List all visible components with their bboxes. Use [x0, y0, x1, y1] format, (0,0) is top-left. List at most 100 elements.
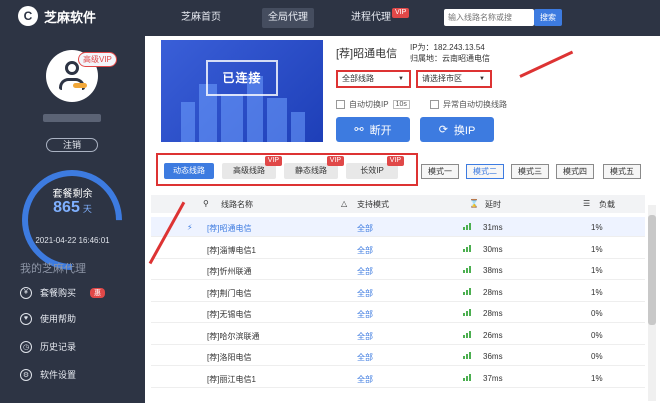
ip-location: 归属地：云南昭通电信: [410, 54, 490, 63]
load-value: 0%: [591, 309, 603, 318]
auto-switch-interval[interactable]: 10s: [392, 100, 410, 109]
delay-value: 37ms: [483, 373, 503, 383]
tab-global-proxy[interactable]: 全局代理: [262, 8, 314, 28]
search-input[interactable]: [444, 9, 534, 26]
building-shape: [181, 102, 195, 142]
load-value: 1%: [591, 373, 603, 383]
city-select[interactable]: 请选择市区 ▼: [416, 70, 492, 88]
load-value: 1%: [591, 266, 603, 275]
line-type-select[interactable]: 全部线路 ▼: [336, 70, 411, 88]
app-logo: C 芝麻软件: [18, 6, 96, 26]
mode-4-button[interactable]: 模式四: [556, 164, 594, 179]
line-name: [荐]丽江电信1: [207, 374, 256, 384]
table-row[interactable]: ⚡ [荐]昭通电信 全部 31ms 1%: [151, 217, 645, 237]
tab-dynamic-line[interactable]: 动态线路: [164, 163, 214, 179]
signal-icon: [463, 330, 471, 338]
table-row[interactable]: [荐]无锡电信 全部 28ms 0%: [151, 303, 645, 323]
load-value: 0%: [591, 352, 603, 361]
current-ip: IP为：182.243.13.54: [410, 43, 485, 52]
header-support-mode[interactable]: 支持模式: [357, 199, 389, 210]
remaining-label: 套餐剩余: [52, 189, 93, 200]
menu-settings[interactable]: ⚙ 软件设置: [20, 368, 76, 381]
chevron-down-icon: ▼: [479, 76, 485, 82]
current-node-name: [荐]昭通电信: [336, 48, 398, 60]
support-mode: 全部: [357, 374, 373, 384]
signal-icon: [463, 266, 471, 273]
change-ip-button[interactable]: ⟳ 换IP: [420, 117, 494, 142]
table-row[interactable]: [荐]哈尔滨联通 全部 26ms 0%: [151, 325, 645, 345]
abnormal-switch-label: 异常自动切换线路: [443, 100, 507, 109]
sidebar: C 芝麻软件 高级VIP 注销 套餐剩余 865 天 2021-04-22 16:…: [0, 0, 145, 403]
scroll-thumb[interactable]: [648, 215, 656, 325]
signal-icon: [463, 287, 471, 295]
search-button[interactable]: 搜索: [534, 9, 562, 26]
topbar: 芝麻首页 全局代理 进程代理VIP 搜索: [145, 0, 660, 36]
pin-icon: ⚲: [203, 199, 209, 208]
support-mode: 全部: [357, 353, 373, 362]
header-line-name[interactable]: 线路名称: [221, 199, 253, 210]
tab-advanced-line[interactable]: 高级线路 VIP: [222, 156, 282, 179]
username-redacted: [43, 114, 101, 122]
user-icon: [65, 61, 79, 75]
line-type-tabs: 动态线路 高级线路 VIP 静态线路 VIP 长效IP VIP: [156, 153, 418, 186]
tab-label: 进程代理: [351, 12, 391, 23]
building-shape: [267, 98, 287, 142]
expire-time: 2021-04-22 16:46:01: [35, 236, 110, 245]
vip-tag: VIP: [326, 156, 344, 166]
menu-label: 软件设置: [40, 370, 77, 380]
table-row[interactable]: [荐]荆门电信 全部 28ms 1%: [151, 282, 645, 302]
disconnect-button[interactable]: ⚯ 断开: [336, 117, 410, 142]
support-mode: 全部: [357, 288, 373, 298]
signal-icon: [463, 244, 471, 252]
tab-long-term-ip[interactable]: 长效IP VIP: [346, 156, 404, 179]
logout-button[interactable]: 注销: [46, 138, 98, 152]
button-label: 断开: [369, 124, 392, 137]
button-label: 换IP: [453, 124, 476, 137]
menu-help[interactable]: ♥ 使用帮助: [20, 312, 76, 325]
delay-value: 31ms: [483, 223, 503, 232]
line-name: [荐]无锡电信: [207, 310, 252, 319]
auto-switch-label: 自动切换IP: [349, 100, 389, 109]
signal-icon: [463, 373, 471, 381]
user-icon-accent: [73, 83, 87, 88]
gear-icon: ⚙: [20, 368, 32, 381]
lightning-icon: ⚡: [187, 223, 193, 232]
clock-icon: ◷: [20, 340, 32, 353]
table-header: ⚲ 线路名称 △ 支持模式 ⌛ 延时 ☰ 负载: [151, 195, 645, 213]
table-row[interactable]: [荐]忻州联通 全部 38ms 1%: [151, 260, 645, 280]
mode-5-button[interactable]: 模式五: [603, 164, 641, 179]
delay-value: 28ms: [483, 287, 503, 297]
mode-2-button[interactable]: 模式二: [466, 164, 504, 179]
discount-badge: 惠: [90, 287, 106, 298]
table-scrollbar[interactable]: [648, 205, 656, 401]
tab-home[interactable]: 芝麻首页: [175, 8, 227, 28]
tab-label: 静态线路: [295, 166, 327, 175]
checkbox[interactable]: [430, 100, 439, 109]
tab-process-proxy[interactable]: 进程代理 VIP: [345, 8, 415, 28]
mode-3-button[interactable]: 模式三: [511, 164, 549, 179]
menu-history[interactable]: ◷ 历史记录: [20, 340, 76, 353]
header-load[interactable]: 负载: [599, 199, 615, 210]
delay-value: 26ms: [483, 330, 503, 340]
connection-status: 已连接: [222, 71, 262, 85]
menu-label: 套餐购买: [40, 288, 77, 298]
checkbox[interactable]: [336, 100, 345, 109]
table-row[interactable]: [荐]淄博电信1 全部 30ms 1%: [151, 239, 645, 259]
tab-static-line[interactable]: 静态线路 VIP: [284, 156, 344, 179]
menu-buy-plan[interactable]: ¥ 套餐购买 惠: [20, 286, 106, 299]
menu-label: 使用帮助: [40, 314, 77, 324]
vip-tag: VIP: [392, 8, 410, 18]
table-row[interactable]: [荐]洛阳电信 全部 36ms 0%: [151, 346, 645, 366]
vip-tag: VIP: [264, 156, 282, 166]
support-mode: 全部: [357, 267, 373, 276]
auto-switch-ip[interactable]: 自动切换IP 10s: [336, 99, 410, 110]
mode-1-button[interactable]: 模式一: [421, 164, 459, 179]
sliders-icon: ☰: [583, 199, 591, 208]
abnormal-auto-switch[interactable]: 异常自动切换线路: [430, 99, 507, 110]
line-name: [荐]荆门电信: [207, 288, 252, 298]
header-delay[interactable]: 延时: [485, 199, 501, 210]
support-mode: 全部: [357, 310, 373, 319]
building-shape: [291, 112, 305, 142]
signal-icon: [463, 352, 471, 359]
table-row[interactable]: [荐]丽江电信1 全部 37ms 1%: [151, 368, 645, 388]
